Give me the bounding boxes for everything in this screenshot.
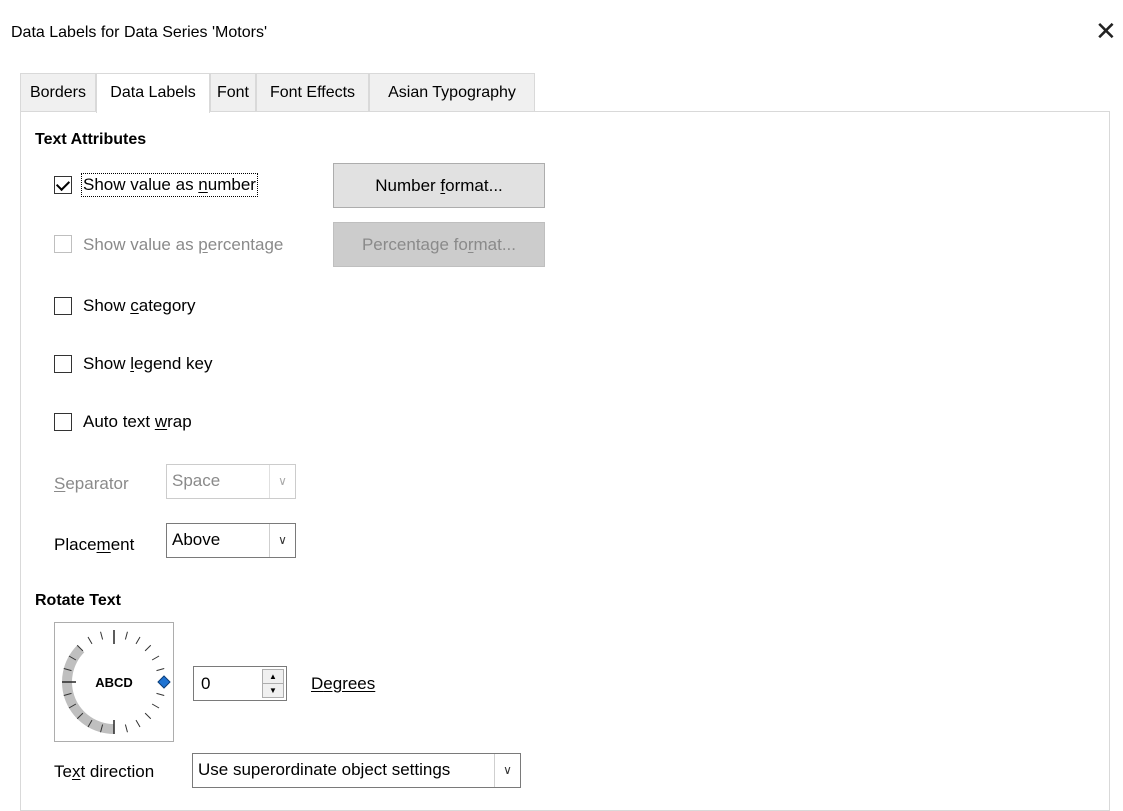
show-legend-key-label[interactable]: Show legend key (83, 354, 212, 374)
placement-select[interactable]: Above ∨ (166, 523, 296, 558)
show-category-label[interactable]: Show category (83, 296, 195, 316)
close-icon[interactable]: ✕ (1095, 18, 1117, 44)
dial-tick (144, 712, 152, 720)
number-format-button[interactable]: Number format... (333, 163, 545, 208)
separator-select[interactable]: Space ∨ (166, 464, 296, 499)
dial-tick (124, 724, 128, 733)
tab-borders[interactable]: Borders (20, 73, 96, 111)
rotation-dial-icon: ABCD (62, 630, 171, 734)
dial-tick (124, 631, 128, 640)
text-direction-label: Text direction (54, 762, 155, 781)
placement-label: Placement (54, 535, 135, 554)
dial-tick (100, 631, 104, 640)
show-legend-key-checkbox[interactable] (54, 355, 72, 373)
dial-tick (151, 655, 160, 661)
dial-tick (144, 644, 152, 652)
tab-panel (20, 111, 1110, 811)
degrees-spinbox[interactable]: 0 ▲ ▼ (193, 666, 287, 701)
auto-text-wrap-checkbox[interactable] (54, 413, 72, 431)
degrees-value: 0 (201, 674, 211, 693)
chevron-down-icon: ∨ (269, 465, 295, 498)
dial-handle[interactable] (157, 675, 171, 689)
placement-value: Above (172, 530, 221, 549)
percentage-format-button[interactable]: Percentage format... (333, 222, 545, 267)
tab-asian-typography[interactable]: Asian Typography (369, 73, 535, 111)
tab-font-effects[interactable]: Font Effects (256, 73, 369, 111)
separator-value: Space (172, 471, 221, 490)
show-value-number-label[interactable]: Show value as number (81, 173, 258, 197)
separator-label: Separator (54, 474, 129, 493)
show-value-percentage-label[interactable]: Show value as percentage (83, 235, 283, 255)
spin-down-icon[interactable]: ▼ (263, 684, 283, 697)
text-direction-select[interactable]: Use superordinate object settings ∨ (192, 753, 521, 788)
dial-tick (156, 692, 165, 696)
dial-tick (135, 636, 141, 645)
window-title: Data Labels for Data Series 'Motors' (11, 24, 267, 41)
dial-sample-text: ABCD (95, 675, 133, 690)
spin-up-icon[interactable]: ▲ (263, 670, 283, 684)
text-direction-value: Use superordinate object settings (198, 760, 451, 779)
dial-tick (151, 703, 160, 709)
tab-font[interactable]: Font (210, 73, 256, 111)
show-category-checkbox[interactable] (54, 297, 72, 315)
dial-tick (156, 668, 165, 672)
text-attributes-heading: Text Attributes (35, 131, 147, 148)
degrees-label: Degrees (311, 674, 376, 693)
rotation-dial[interactable]: ABCD (54, 622, 174, 742)
spin-buttons: ▲ ▼ (262, 669, 284, 698)
show-value-number-checkbox[interactable] (54, 176, 72, 194)
chevron-down-icon: ∨ (269, 524, 295, 557)
dial-tick (135, 719, 141, 728)
tab-data-labels[interactable]: Data Labels (96, 73, 210, 113)
show-value-percentage-checkbox[interactable] (54, 235, 72, 253)
rotate-text-heading: Rotate Text (35, 592, 121, 609)
chevron-down-icon: ∨ (494, 754, 520, 787)
dial-tick (87, 636, 93, 645)
title-bar: Data Labels for Data Series 'Motors' ✕ (0, 0, 1123, 64)
auto-text-wrap-label[interactable]: Auto text wrap (83, 412, 192, 432)
